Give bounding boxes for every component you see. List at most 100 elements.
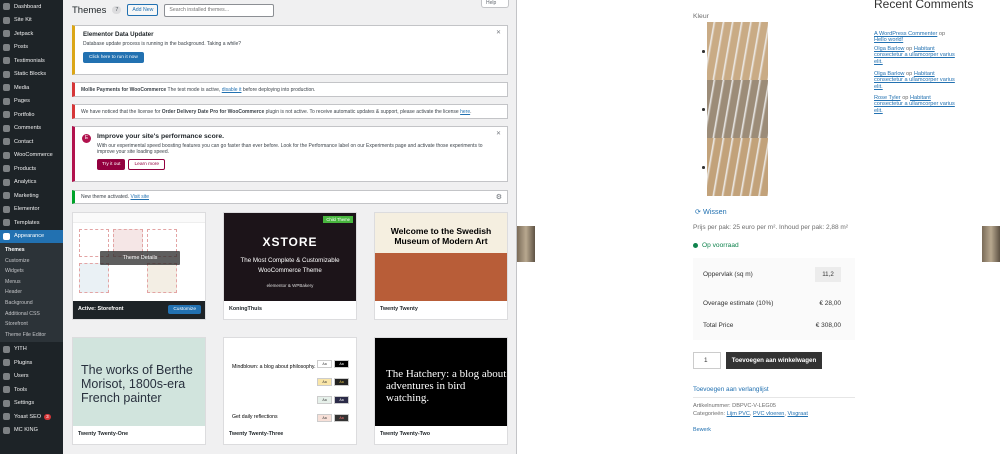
menu-icon: [3, 178, 10, 186]
theme-card-koningthuis[interactable]: Child Theme XSTORE The Most Complete & C…: [223, 212, 357, 320]
submenu-item-themes[interactable]: Themes: [0, 245, 63, 256]
color-swatch[interactable]: [702, 138, 768, 196]
add-to-wishlist-link[interactable]: Toevoegen aan verlanglijst: [693, 386, 769, 393]
sidebar-item-testimonials[interactable]: Testimonials: [0, 54, 63, 68]
xstore-tagline: The Most Complete & Customizable: [240, 257, 340, 264]
theme-card-storefront[interactable]: Theme Details Active: Storefront Customi…: [72, 212, 206, 320]
sidebar-item-templates[interactable]: Templates: [0, 216, 63, 230]
sidebar-item-analytics[interactable]: Analytics: [0, 176, 63, 190]
submenu-item-background[interactable]: Background: [0, 298, 63, 309]
add-to-cart-button[interactable]: Toevoegen aan winkelwagen: [726, 352, 822, 369]
submenu-item-header[interactable]: Header: [0, 287, 63, 298]
area-input[interactable]: 11,2: [815, 267, 841, 282]
add-new-button[interactable]: Add New: [127, 4, 159, 16]
sidebar-item-contact[interactable]: Contact: [0, 135, 63, 149]
gallery-thumb-left[interactable]: [517, 226, 535, 262]
sidebar-item-mc-king[interactable]: MC KING: [0, 423, 63, 437]
comment-author-link[interactable]: Olga Barlow: [874, 71, 904, 77]
category-link[interactable]: PVC vloeren: [753, 411, 784, 417]
theme-screenshot: Theme Details: [73, 213, 205, 303]
color-swatch[interactable]: [702, 22, 768, 80]
comment-author-link[interactable]: Rose Tyler: [874, 95, 901, 101]
menu-icon: [3, 426, 10, 434]
sidebar-item-label: Media: [14, 84, 30, 91]
sidebar-item-marketing[interactable]: Marketing: [0, 189, 63, 203]
theme-card-twenty-twenty-one[interactable]: The works of Berthe Morisot, 1800s-era F…: [72, 337, 206, 445]
gallery-thumb-right[interactable]: [982, 226, 1000, 262]
submenu-item-additional-css[interactable]: Additional CSS: [0, 309, 63, 320]
sidebar-item-elementor[interactable]: Elementor: [0, 203, 63, 217]
try-it-out-button[interactable]: Try it out: [97, 159, 126, 170]
gear-icon[interactable]: ⚙: [496, 193, 502, 201]
sidebar-item-media[interactable]: Media: [0, 81, 63, 95]
category-link[interactable]: Visgraat: [788, 411, 808, 417]
sidebar-item-users[interactable]: Users: [0, 369, 63, 383]
license-here-link[interactable]: here: [460, 109, 470, 115]
theme-card-twenty-twenty-two[interactable]: The Hatchery: a blog about adventures in…: [374, 337, 508, 445]
sidebar-item-yith[interactable]: YITH: [0, 342, 63, 356]
customize-button[interactable]: Customize: [168, 304, 201, 314]
calc-label: Oppervlak (sq m): [703, 271, 753, 278]
sidebar-item-plugins[interactable]: Plugins: [0, 356, 63, 370]
submenu-item-theme-file-editor[interactable]: Theme File Editor: [0, 330, 63, 341]
notice-text-after: before deploying into production.: [241, 86, 316, 93]
sidebar-item-label: Jetpack: [14, 30, 34, 37]
sidebar-item-label: Marketing: [14, 192, 39, 199]
sidebar-item-dashboard[interactable]: Dashboard: [0, 0, 63, 14]
menu-icon: [3, 124, 10, 132]
sidebar-item-appearance[interactable]: Appearance: [0, 229, 63, 243]
sidebar-item-woocommerce[interactable]: WooCommerce: [0, 149, 63, 163]
color-swatch[interactable]: [702, 80, 768, 138]
elementor-update-notice: ✕ Elementor Data Updater Database update…: [72, 25, 508, 75]
learn-more-button[interactable]: Learn more: [128, 159, 166, 170]
theme-subline: Get daily reflections: [232, 414, 278, 420]
notice-text-post: plugin is not active. To receive automat…: [264, 108, 461, 115]
shop-product-page: Kleur ⟳ Wissen Prijs per pak: 25 euro pe…: [517, 0, 1000, 454]
sidebar-item-portfolio[interactable]: Portfolio: [0, 108, 63, 122]
comment-author-link[interactable]: Olga Barlow: [874, 46, 904, 52]
search-themes-input[interactable]: [164, 3, 275, 17]
dismiss-icon[interactable]: ✕: [496, 29, 501, 36]
submenu-item-menus[interactable]: Menus: [0, 277, 63, 288]
theme-headline: The works of Berthe Morisot, 1800s-era F…: [81, 363, 193, 405]
disable-link[interactable]: disable it: [222, 87, 242, 93]
calc-row-area: Oppervlak (sq m) 11,2: [703, 267, 847, 282]
visit-site-link[interactable]: Visit site: [130, 194, 149, 200]
sidebar-item-settings[interactable]: Settings: [0, 396, 63, 410]
sidebar-item-yoast-seo[interactable]: Yoast SEO 3: [0, 410, 63, 424]
list-bullet: [702, 166, 705, 169]
submenu-item-customize[interactable]: Customize: [0, 256, 63, 267]
sidebar-item-static-blocks[interactable]: Static Blocks: [0, 68, 63, 82]
sidebar-item-jetpack[interactable]: Jetpack: [0, 27, 63, 41]
menu-icon: [3, 43, 10, 51]
sku-value: DBPVC-V-LEG05: [732, 403, 777, 409]
category-link[interactable]: Lijm PVC: [727, 411, 750, 417]
active-prefix: Active:: [78, 306, 96, 312]
submenu-item-widgets[interactable]: Widgets: [0, 266, 63, 277]
comment-post-link[interactable]: Hello world!: [874, 37, 903, 43]
sidebar-item-pages[interactable]: Pages: [0, 95, 63, 109]
sidebar-item-site-kit[interactable]: Site Kit: [0, 14, 63, 28]
calc-value: € 28,00: [819, 300, 841, 307]
calc-label: Total Price: [703, 322, 734, 329]
style-swatch: Aa: [334, 360, 349, 368]
price-info: Prijs per pak: 25 euro per m². Inhoud pe…: [693, 224, 848, 231]
xstore-logo: XSTORE: [262, 235, 318, 249]
clear-selection-link[interactable]: ⟳ Wissen: [695, 207, 727, 216]
dismiss-icon[interactable]: ✕: [496, 130, 501, 137]
sidebar-item-posts[interactable]: Posts: [0, 41, 63, 55]
theme-card-twenty-twenty-three[interactable]: Mindblown: a blog about philosophy. Get …: [223, 337, 357, 445]
comment-author-link[interactable]: A WordPress Commenter: [874, 31, 937, 37]
sidebar-item-comments[interactable]: Comments: [0, 122, 63, 136]
edit-link[interactable]: Bewerk: [693, 427, 711, 433]
submenu-item-storefront[interactable]: Storefront: [0, 319, 63, 330]
theme-details-overlay[interactable]: Theme Details: [100, 251, 180, 265]
recent-comment-item: Olga Barlow op Habitant consectetur a ul…: [874, 46, 956, 65]
run-update-button[interactable]: Click here to run it now: [83, 52, 144, 63]
theme-card-twenty-twenty[interactable]: Welcome to the Swedish Museum of Modern …: [374, 212, 508, 320]
menu-icon: [3, 151, 10, 159]
sidebar-item-products[interactable]: Products: [0, 162, 63, 176]
quantity-input[interactable]: 1: [693, 352, 721, 369]
sidebar-item-tools[interactable]: Tools: [0, 383, 63, 397]
help-tab[interactable]: Help: [481, 0, 509, 8]
